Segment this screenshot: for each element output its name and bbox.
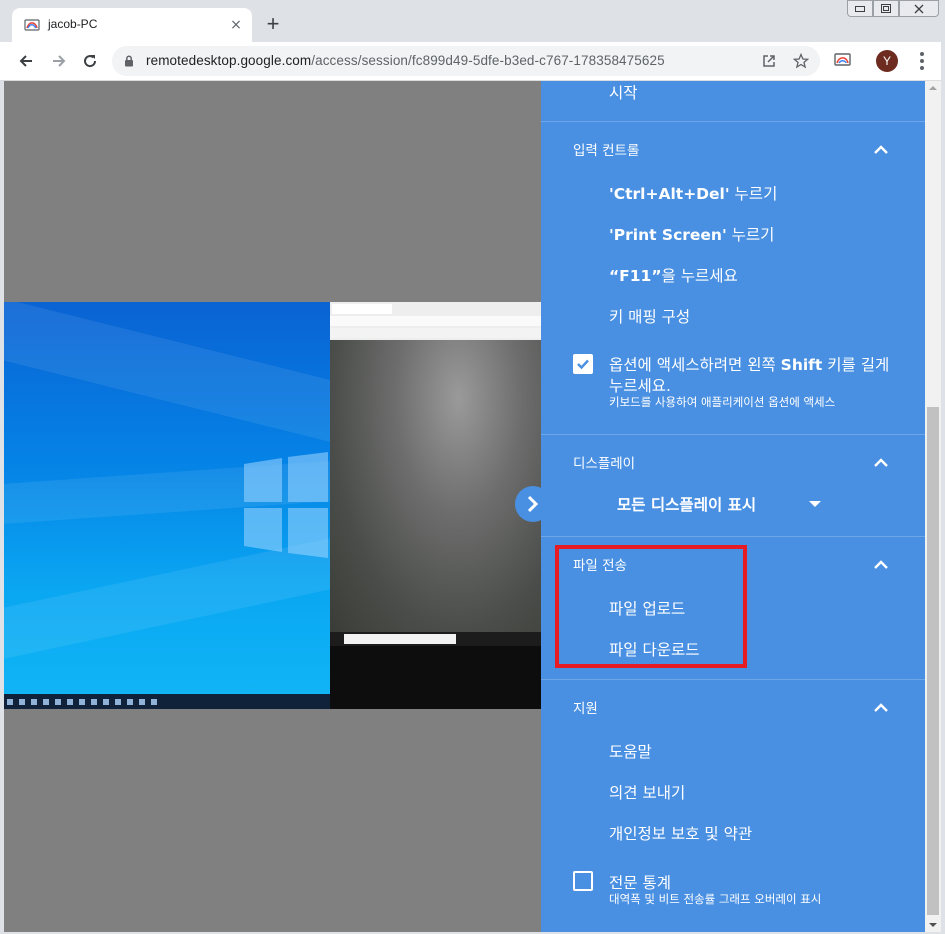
shift-option-label-line2[interactable]: 누르세요. xyxy=(609,374,671,396)
minimize-button[interactable] xyxy=(847,0,873,17)
print-screen-button[interactable]: 'Print Screen' 누르기 xyxy=(609,223,774,245)
windows-logo-icon xyxy=(244,452,328,558)
back-icon xyxy=(19,55,32,67)
f11-button[interactable]: “F11”을 누르세요 xyxy=(609,264,738,286)
remote-browser-window xyxy=(330,302,544,340)
back-button[interactable] xyxy=(15,50,37,72)
restore-icon xyxy=(881,4,891,13)
dropdown-caret-icon[interactable] xyxy=(809,501,821,507)
stats-label[interactable]: 전문 통계 xyxy=(609,871,671,893)
remote-desktop-screen-1 xyxy=(4,302,330,709)
chevron-up-icon[interactable] xyxy=(873,703,889,713)
reload-button[interactable] xyxy=(79,50,101,72)
tab-title: jacob-PC xyxy=(48,17,98,31)
privacy-terms-link[interactable]: 개인정보 보호 및 약관 xyxy=(609,822,752,844)
ctrl-alt-del-button[interactable]: 'Ctrl+Alt+Del' 누르기 xyxy=(609,182,777,204)
scrollbar-thumb[interactable] xyxy=(927,407,939,915)
window-controls xyxy=(847,0,939,18)
panel-collapse-button[interactable] xyxy=(515,486,551,522)
lock-icon[interactable] xyxy=(124,55,134,67)
chevron-up-icon[interactable] xyxy=(873,560,889,570)
input-controls-section-title: 입력 컨트롤 xyxy=(573,143,640,159)
highlight-annotation xyxy=(555,545,747,668)
restore-button[interactable] xyxy=(873,0,899,17)
stats-subtext: 대역폭 및 비트 전송률 그래프 오버레이 표시 xyxy=(609,892,822,906)
profile-avatar[interactable]: Y xyxy=(876,50,898,72)
shift-option-label[interactable]: 옵션에 액세스하려면 왼쪽 Shift 키를 길게 xyxy=(609,353,889,375)
start-item[interactable]: 시작 xyxy=(609,81,638,103)
chevron-up-icon[interactable] xyxy=(873,458,889,468)
chevron-up-icon[interactable] xyxy=(873,145,889,155)
scroll-down-icon[interactable] xyxy=(925,918,941,932)
url-host: remotedesktop.google.com xyxy=(146,53,312,68)
browser-favicon xyxy=(24,19,40,31)
stats-checkbox[interactable] xyxy=(573,871,593,891)
remote-desktop-screen-2 xyxy=(330,302,544,709)
close-window-button[interactable] xyxy=(899,0,939,17)
browser-toolbar: remotedesktop.google.com/access/session/… xyxy=(0,42,945,81)
open-in-new-icon xyxy=(763,55,775,67)
checkmark-icon xyxy=(577,359,589,370)
tab-jacob-pc[interactable]: jacob-PC × xyxy=(12,8,252,42)
address-bar[interactable]: remotedesktop.google.com/access/session/… xyxy=(112,46,820,76)
remote-browser-background xyxy=(330,340,544,632)
open-in-app-button[interactable] xyxy=(760,52,778,70)
close-icon xyxy=(914,4,924,13)
minimize-icon xyxy=(855,5,865,12)
scroll-up-icon[interactable] xyxy=(925,81,941,95)
window-border xyxy=(941,0,945,934)
remote-taskbar xyxy=(4,694,330,709)
options-panel: 시작 입력 컨트롤 'Ctrl+Alt+Del' 누르기 'Print Scre… xyxy=(541,81,925,932)
chevron-right-icon xyxy=(527,495,539,513)
display-select[interactable]: 모든 디스플레이 표시 xyxy=(617,493,756,515)
tab-strip: jacob-PC × + xyxy=(0,0,945,42)
star-icon xyxy=(793,53,809,69)
help-link[interactable]: 도움말 xyxy=(609,740,652,762)
new-tab-button[interactable]: + xyxy=(262,13,284,36)
display-section-title: 디스플레이 xyxy=(573,456,636,472)
shift-option-checkbox[interactable] xyxy=(573,354,593,374)
page-scrollbar[interactable] xyxy=(925,81,941,932)
forward-button[interactable] xyxy=(48,50,70,72)
key-mapping-button[interactable]: 키 매핑 구성 xyxy=(609,305,690,327)
forward-icon xyxy=(53,55,66,67)
cast-icon[interactable] xyxy=(834,52,852,68)
feedback-link[interactable]: 의견 보내기 xyxy=(609,781,685,803)
shift-option-subtext: 키보드를 사용하여 애플리케이션 옵션에 액세스 xyxy=(609,395,836,409)
remote-taskbar-2 xyxy=(330,632,544,646)
reload-icon xyxy=(84,55,97,68)
tab-close-icon[interactable]: × xyxy=(228,17,244,33)
url-text[interactable]: remotedesktop.google.com/access/session/… xyxy=(146,53,665,68)
bookmark-button[interactable] xyxy=(792,52,810,70)
support-section-title: 지원 xyxy=(573,701,598,717)
more-icon[interactable] xyxy=(912,50,932,72)
url-path: /access/session/fc899d49-5dfe-b3ed-c767-… xyxy=(311,53,665,68)
